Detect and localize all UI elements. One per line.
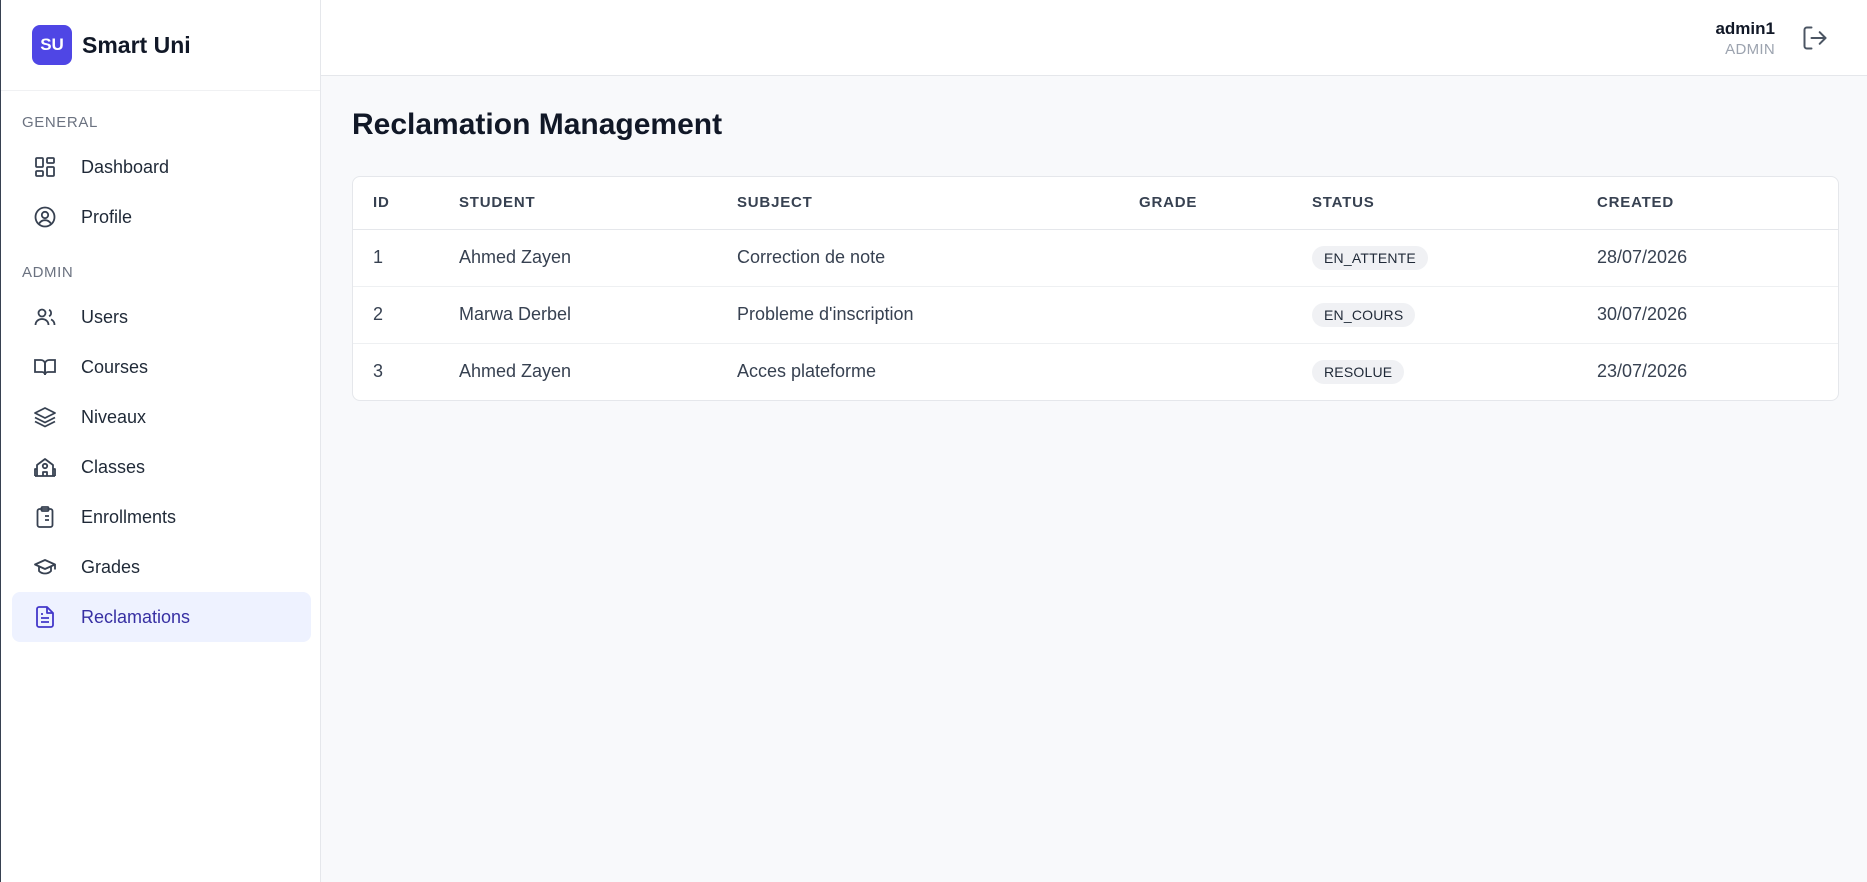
layers-icon <box>32 404 58 430</box>
top-bar: admin1 ADMIN <box>321 0 1867 76</box>
sidebar-item-niveaux[interactable]: Niveaux <box>12 392 311 442</box>
brand[interactable]: SU Smart Uni <box>1 0 320 91</box>
column-header-id[interactable]: ID <box>353 177 459 230</box>
sidebar-item-label: Enrollments <box>81 506 177 527</box>
sidebar: SU Smart Uni GENERAL Dashboard Profile A… <box>0 0 321 882</box>
sidebar-item-label: Niveaux <box>81 406 147 427</box>
brand-name: Smart Uni <box>82 31 191 58</box>
sidebar-item-label: Courses <box>81 356 149 377</box>
status-badge: RESOLUE <box>1312 359 1405 384</box>
cell-grade <box>1139 343 1312 400</box>
user-circle-icon <box>32 204 58 230</box>
clipboard-list-icon <box>32 504 58 530</box>
user-name: admin1 <box>1715 19 1775 38</box>
status-badge: EN_COURS <box>1312 302 1416 327</box>
users-icon <box>32 304 58 330</box>
sidebar-item-reclamations[interactable]: Reclamations <box>12 592 311 642</box>
graduation-cap-icon <box>32 554 58 580</box>
cell-created: 23/07/2026 <box>1597 361 1688 382</box>
cell-id: 2 <box>353 286 459 344</box>
sidebar-item-grades[interactable]: Grades <box>12 542 311 592</box>
user-menu[interactable]: admin1 ADMIN <box>1715 19 1775 58</box>
table-row[interactable]: 3 Ahmed Zayen Acces plateforme RESOLUE 2… <box>353 343 1838 400</box>
sidebar-item-label: Reclamations <box>81 606 191 627</box>
sidebar-item-users[interactable]: Users <box>12 292 311 342</box>
column-header-created[interactable]: CREATED <box>1597 177 1838 230</box>
cell-created: 28/07/2026 <box>1597 229 1838 287</box>
sidebar-item-classes[interactable]: Classes <box>12 442 311 492</box>
cell-student: Ahmed Zayen <box>459 229 737 287</box>
table-row[interactable]: 2 Marwa Derbel Probleme d'inscription EN… <box>353 286 1838 344</box>
cell-subject: Probleme d'inscription <box>737 286 1139 344</box>
column-header-grade[interactable]: GRADE <box>1139 177 1312 230</box>
sidebar-item-label: Profile <box>81 206 133 227</box>
sidebar-item-label: Classes <box>81 456 146 477</box>
cell-created: 30/07/2026 <box>1597 286 1838 344</box>
brand-logo: SU <box>32 25 72 65</box>
sidebar-item-dashboard[interactable]: Dashboard <box>12 142 311 192</box>
sidebar-item-enrollments[interactable]: Enrollments <box>12 492 311 542</box>
cell-student: Marwa Derbel <box>459 286 737 344</box>
logout-icon[interactable] <box>1801 24 1829 52</box>
sidebar-item-label: Grades <box>81 556 141 577</box>
table-header-row: ID STUDENT SUBJECT GRADE STATUS CREATED <box>353 177 1838 230</box>
reclamations-table: ID STUDENT SUBJECT GRADE STATUS CREATED … <box>352 176 1839 401</box>
section-title-admin: ADMIN <box>22 264 74 281</box>
column-header-student[interactable]: STUDENT <box>459 177 737 230</box>
cell-status: EN_COURS <box>1312 286 1597 344</box>
column-header-status[interactable]: STATUS <box>1312 177 1597 230</box>
sidebar-item-label: Dashboard <box>81 156 170 177</box>
file-text-icon <box>32 604 58 630</box>
cell-student: Ahmed Zayen <box>459 361 572 382</box>
cell-grade <box>1139 229 1312 287</box>
book-icon <box>32 354 58 380</box>
column-header-subject[interactable]: SUBJECT <box>737 177 1139 230</box>
cell-id: 3 <box>373 361 384 382</box>
sidebar-item-label: Users <box>81 306 129 327</box>
cell-subject: Correction de note <box>737 229 1139 287</box>
table-row[interactable]: 1 Ahmed Zayen Correction de note EN_ATTE… <box>353 229 1838 287</box>
page-title: Reclamation Management <box>352 108 723 141</box>
school-icon <box>32 454 58 480</box>
cell-subject: Acces plateforme <box>737 361 877 382</box>
section-title-general: GENERAL <box>22 114 98 131</box>
user-role: ADMIN <box>1725 41 1775 58</box>
cell-status: RESOLUE <box>1312 343 1597 400</box>
sidebar-item-profile[interactable]: Profile <box>12 192 311 242</box>
cell-grade <box>1139 286 1312 344</box>
sidebar-item-courses[interactable]: Courses <box>12 342 311 392</box>
cell-id: 1 <box>353 229 459 287</box>
cell-status: EN_ATTENTE <box>1312 229 1597 287</box>
status-badge: EN_ATTENTE <box>1312 245 1428 270</box>
dashboard-icon <box>32 154 58 180</box>
